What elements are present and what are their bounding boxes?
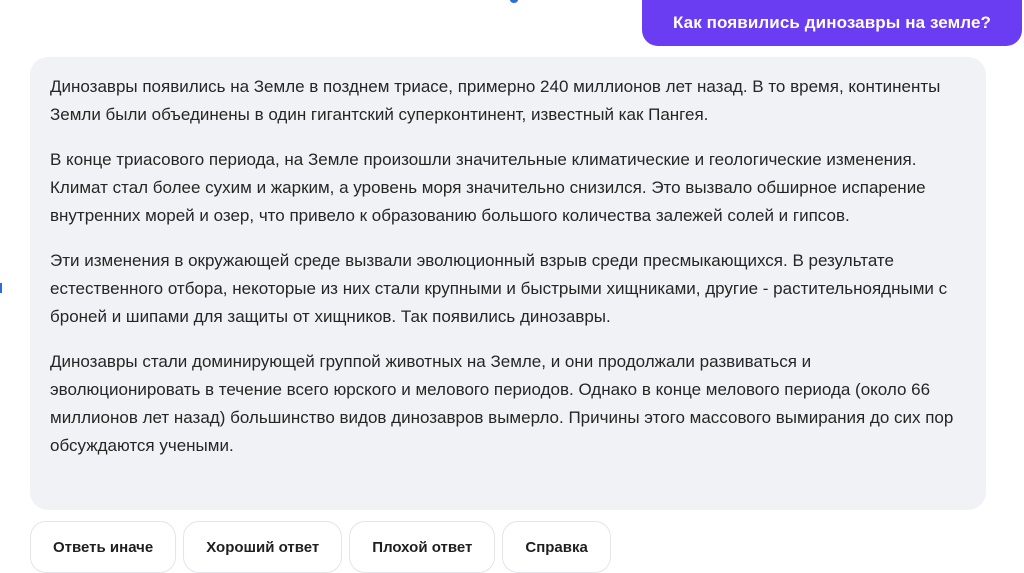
- answer-paragraph: Динозавры появились на Земле в позднем т…: [50, 77, 941, 124]
- regenerate-button[interactable]: Ответь иначе: [30, 521, 177, 573]
- scroll-indicator-dot: [510, 0, 518, 3]
- edge-marker: [0, 283, 2, 293]
- user-message-text: Как появились динозавры на земле?: [672, 13, 991, 32]
- help-button[interactable]: Справка: [502, 521, 611, 573]
- good-answer-button[interactable]: Хороший ответ: [183, 521, 343, 573]
- user-message-bubble: Как появились динозавры на земле?: [642, 0, 1022, 46]
- answer-actions: Ответь иначе Хороший ответ Плохой ответ …: [30, 521, 611, 573]
- answer-paragraph: Эти изменения в окружающей среде вызвали…: [50, 251, 948, 326]
- bad-answer-button[interactable]: Плохой ответ: [349, 521, 496, 573]
- assistant-answer-bubble: Динозавры появились на Земле в позднем т…: [30, 57, 986, 510]
- answer-paragraph: В конце триасового периода, на Земле про…: [50, 150, 926, 225]
- answer-paragraph: Динозавры стали доминирующей группой жив…: [50, 352, 954, 455]
